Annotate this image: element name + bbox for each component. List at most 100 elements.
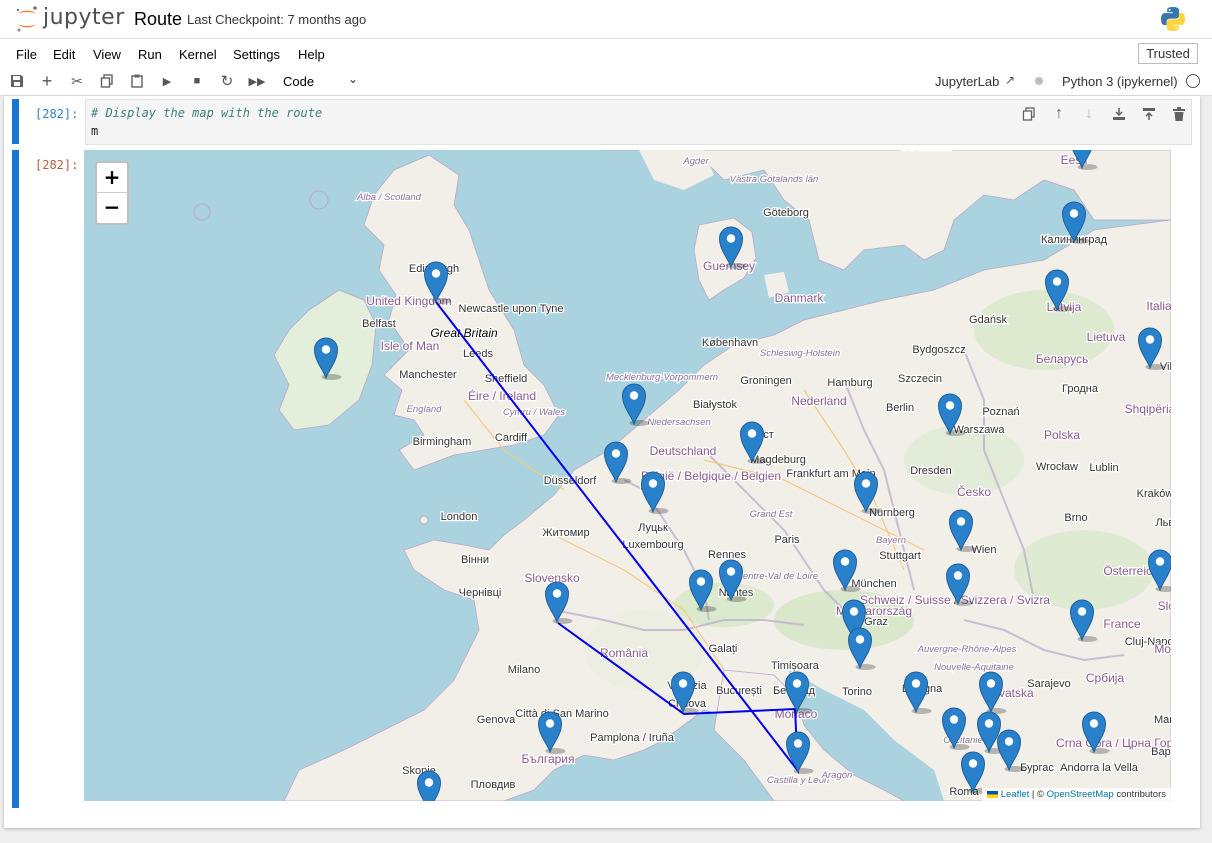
map-label: Torino: [842, 686, 872, 698]
kernel-name[interactable]: Python 3 (ipykernel): [1062, 74, 1178, 89]
map-label: Bydgoszcz: [912, 344, 965, 356]
leaflet-link[interactable]: Leaflet: [1001, 789, 1030, 800]
map-label: Italia: [1146, 299, 1171, 313]
copy-icon[interactable]: [97, 71, 117, 91]
map-label: Cymru / Wales: [503, 407, 565, 418]
leaflet-map[interactable]: Agder Västra Götalands län Göteborg Stockho…: [84, 150, 1171, 801]
delete-cell-icon[interactable]: [1169, 105, 1189, 123]
map-label: Graz: [864, 616, 888, 628]
map-label: Luxembourg: [622, 539, 683, 551]
external-link-icon: ↗: [1004, 73, 1016, 87]
map-label: Schleswig-Holstein: [760, 348, 840, 359]
menu-view[interactable]: View: [93, 47, 121, 62]
fast-forward-icon[interactable]: ▶▶: [247, 71, 267, 91]
input-prompt: [282]:: [35, 107, 79, 121]
top-bar: jupyter Route Last Checkpoint: 7 months …: [0, 0, 1212, 38]
map-label: Agder: [682, 156, 709, 167]
map-label: Lublin: [1089, 462, 1118, 474]
map-label: България: [521, 752, 574, 766]
add-cell-icon[interactable]: +: [37, 71, 57, 91]
save-icon[interactable]: [7, 71, 27, 91]
code-comment: # Display the map with the route: [91, 106, 323, 120]
zoom-in-button[interactable]: +: [97, 163, 127, 193]
map-attribution: Leaflet | © OpenStreetMap contributors: [981, 788, 1171, 801]
duplicate-cell-icon[interactable]: [1019, 105, 1039, 123]
map-label: København: [702, 337, 758, 349]
map-label: Hamburg: [827, 377, 872, 389]
map-label: London: [441, 511, 478, 523]
map-label: Луцьк: [638, 522, 668, 534]
insert-above-icon[interactable]: [1109, 105, 1129, 123]
insert-below-icon[interactable]: [1139, 105, 1159, 123]
map-label: Bayern: [876, 535, 906, 546]
map-label: Centre-Val de Loire: [736, 571, 818, 582]
code-cell-input[interactable]: # Display the map with the route m ↑ ↓: [85, 99, 1192, 145]
input-collapser[interactable]: [12, 99, 19, 144]
zoom-out-button[interactable]: −: [97, 193, 127, 222]
map-label: France: [1103, 617, 1141, 631]
menu-file[interactable]: File: [16, 47, 37, 62]
map-label: Isle of Man: [381, 339, 440, 353]
map-label: Pamplona / Iruña: [590, 732, 675, 744]
map-label: Česko: [957, 484, 991, 499]
stop-icon[interactable]: ■: [187, 71, 207, 91]
map-label: Éire / Ireland: [468, 388, 536, 403]
cell-type-select[interactable]: Code: [283, 74, 314, 89]
cut-icon[interactable]: ✂: [67, 71, 87, 91]
map-label: Wrocław: [1036, 461, 1078, 473]
move-up-icon[interactable]: ↑: [1049, 105, 1069, 123]
output-prompt: [282]:: [35, 158, 79, 172]
menu-kernel[interactable]: Kernel: [179, 47, 217, 62]
run-icon[interactable]: ▶: [157, 71, 177, 91]
map-label: Castilla y León: [767, 775, 829, 786]
menu-help[interactable]: Help: [298, 47, 325, 62]
bug-icon[interactable]: ✹: [1029, 71, 1049, 91]
notebook-title[interactable]: Route: [134, 9, 182, 30]
map-label: Niedersachsen: [647, 417, 710, 428]
restart-icon[interactable]: ↻: [217, 71, 237, 91]
map-label: Lietuva: [1087, 330, 1126, 344]
map-label: Nouvelle-Aquitaine: [934, 662, 1014, 673]
map-label: Mecklenburg-Vorpommern: [606, 372, 718, 383]
map-label: Milano: [508, 664, 540, 676]
jupyterlab-link[interactable]: JupyterLab: [935, 74, 999, 89]
map-label: Житомир: [542, 527, 589, 539]
map-label: Aragón: [821, 770, 853, 781]
menu-run[interactable]: Run: [138, 47, 162, 62]
map-label: Belfast: [362, 318, 396, 330]
map-label: Poznań: [982, 406, 1019, 418]
paste-icon[interactable]: [127, 71, 147, 91]
map-label: Бургас: [1020, 762, 1054, 774]
menu-edit[interactable]: Edit: [53, 47, 75, 62]
last-checkpoint: Last Checkpoint: 7 months ago: [187, 12, 367, 27]
output-collapser[interactable]: [12, 150, 19, 808]
map-label: Andorra la Vella: [1060, 762, 1139, 774]
map-label: Србија: [1086, 671, 1125, 685]
map-label: Galați: [709, 643, 738, 655]
ukraine-flag-icon: [986, 790, 998, 798]
map-label: Cardiff: [495, 432, 528, 444]
map-label: Stuttgart: [879, 550, 921, 562]
openstreetmap-link[interactable]: OpenStreetMap: [1047, 789, 1114, 800]
map-label: Slovenija: [1158, 599, 1171, 613]
map-label: Чернівці: [459, 587, 502, 599]
map-label: Göteborg: [763, 207, 809, 219]
menu-bar: File Edit View Run Kernel Settings Help …: [0, 38, 1212, 69]
map-label: Auvergne-Rhône-Alpes: [917, 644, 1017, 655]
code-line: m: [91, 124, 99, 138]
move-down-icon[interactable]: ↓: [1079, 105, 1099, 123]
map-label: Danmark: [775, 291, 825, 305]
menu-settings[interactable]: Settings: [233, 47, 280, 62]
map-label: Варна: [1151, 746, 1171, 758]
python-logo-icon: [1161, 7, 1185, 31]
map-label: Berlin: [886, 402, 914, 414]
map-label: Groningen: [740, 375, 791, 387]
map-label: Stockholm: [900, 150, 951, 153]
map-label: Genova: [477, 714, 516, 726]
trusted-indicator[interactable]: Trusted: [1138, 43, 1198, 64]
map-label: Marseille: [1154, 714, 1171, 726]
chevron-down-icon[interactable]: ⌄: [348, 72, 358, 86]
map-label: Grand Est: [750, 509, 793, 520]
map-label: Львів: [1155, 517, 1171, 529]
map-label: Nederland: [791, 394, 846, 408]
